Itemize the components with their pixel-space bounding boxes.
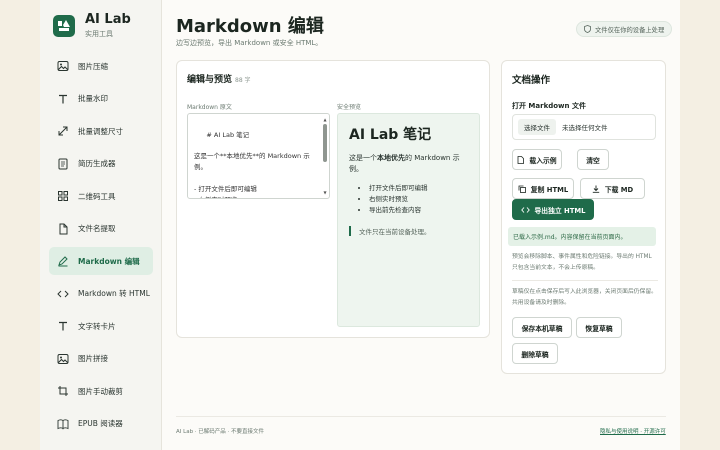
sidebar-item-batch-watermark[interactable]: 批量水印 [49, 85, 153, 113]
source-label: Markdown 原文 [187, 104, 232, 111]
sidebar-item-label: Markdown 编辑 [78, 256, 140, 266]
markdown-source-text: # AI Lab 笔记 这是一个**本地优先**的 Markdown 示 例。 … [194, 130, 310, 198]
image-icon [57, 60, 69, 72]
list-item: 打开文件后即可编辑 [369, 183, 468, 194]
sidebar-item-label: EPUB 阅读器 [78, 419, 123, 428]
sidebar-item-image-stitch[interactable]: 图片拼接 [49, 345, 153, 373]
download-md-button[interactable]: 下载 MD [580, 178, 645, 199]
preview-blockquote: 文件只在当前设备处理。 [349, 226, 468, 236]
brand-subtitle: 实用工具 [85, 30, 113, 38]
preview-paragraph: 这是一个本地优先的 Markdown 示例。 [349, 154, 460, 173]
sidebar-item-qrcode[interactable]: 二维码工具 [49, 182, 153, 210]
editor-title-text: 编辑与预览 [187, 75, 233, 85]
sidebar-item-label: 简历生成器 [78, 159, 116, 168]
file-icon [57, 223, 69, 235]
sidebar-item-filename[interactable]: 文件名提取 [49, 215, 153, 243]
sidebar-item-markdown-edit[interactable]: Markdown 编辑 [49, 247, 153, 275]
list-item: 右侧实时预览 [369, 194, 468, 205]
book-icon [57, 418, 69, 430]
footer-links[interactable]: 隐私与使用说明 · 开源许可 [600, 427, 666, 435]
sidebar-item-markdown-html[interactable]: Markdown 转 HTML [49, 280, 153, 308]
footer-left-text: AI Lab · 已解码产品 · 不要直接文件 [176, 429, 265, 435]
crop-icon [57, 385, 69, 397]
text-t-icon [57, 93, 69, 105]
footer-link[interactable]: 隐私与使用说明 · 开源许可 [600, 429, 666, 435]
editor-card: 编辑与预览 88 字 Markdown 原文 # AI Lab 笔记 这是一个**… [176, 60, 490, 338]
sidebar-item-label: 图片拼接 [78, 354, 108, 363]
copy-icon [518, 185, 526, 193]
image-icon [57, 353, 69, 365]
export-html-button[interactable]: 导出独立 HTML [512, 199, 594, 220]
list-item: 导出前先检查内容 [369, 205, 468, 216]
delete-draft-button[interactable]: 删除草稿 [512, 343, 558, 364]
sidebar-item-label: 图片手动裁剪 [78, 386, 123, 396]
char-count: 88 字 [235, 77, 251, 84]
divider [512, 280, 658, 281]
preview-label: 安全预览 [337, 104, 362, 111]
open-file-label: 打开 Markdown 文件 [512, 102, 586, 110]
clear-button[interactable]: 清空 [577, 149, 609, 170]
safe-preview-pane: AI Lab 笔记 这是一个本地优先的 Markdown 示例。 打开文件后即可… [337, 113, 480, 327]
preview-heading: AI Lab 笔记 [349, 127, 432, 143]
sidebar-item-batch-resize[interactable]: 批量调整尺寸 [49, 117, 153, 145]
code-icon [520, 206, 530, 214]
choose-file-button[interactable]: 选择文件 [518, 119, 556, 135]
brand[interactable]: AI Lab 实用工具 [53, 13, 131, 39]
sidebar: AI Lab 实用工具 图片压缩 批量水印 批量调整尺寸 简历生成器 二维码工具… [40, 0, 162, 450]
scrollbar-thumb[interactable] [323, 124, 327, 162]
qr-grid-icon [57, 190, 69, 202]
document-icon [517, 155, 525, 164]
sidebar-item-label: 文字转卡片 [78, 321, 116, 331]
copy-html-button[interactable]: 复制 HTML [512, 178, 574, 199]
draft-note: 草稿仅在点击保存后写入此浏览器，关闭页面后仍保留。共用设备请及时删除。 [512, 289, 657, 306]
sidebar-item-label: 图片压缩 [78, 61, 108, 71]
sidebar-item-label: 批量调整尺寸 [78, 126, 123, 136]
download-icon [592, 185, 600, 193]
ops-title: 文档操作 [512, 75, 551, 86]
load-sample-button[interactable]: 载入示例 [512, 149, 562, 170]
sidebar-item-label: 批量水印 [78, 94, 108, 103]
sidebar-nav: 图片压缩 批量水印 批量调整尺寸 简历生成器 二维码工具 文件名提取 Markd… [49, 52, 153, 442]
sidebar-item-label: Markdown 转 HTML [78, 289, 150, 298]
sidebar-item-image-compress[interactable]: 图片压缩 [49, 52, 153, 80]
save-draft-button[interactable]: 保存本机草稿 [512, 317, 572, 338]
local-processing-badge: 文件仅在你的设备上处理 [576, 21, 673, 37]
document-ops-card: 文档操作 打开 Markdown 文件 选择文件 未选择任何文件 载入示例 清空… [501, 60, 666, 374]
sidebar-item-text-card[interactable]: 文字转卡片 [49, 312, 153, 340]
preview-list: 打开文件后即可编辑 右侧实时预览 导出前先检查内容 [369, 183, 468, 216]
pen-icon [57, 255, 69, 267]
file-status: 未选择任何文件 [562, 124, 608, 132]
markdown-source-textarea[interactable]: # AI Lab 笔记 这是一个**本地优先**的 Markdown 示 例。 … [187, 113, 330, 199]
footer-divider [176, 416, 666, 417]
page-title: Markdown 编辑 [176, 16, 324, 37]
code-icon [57, 288, 69, 300]
sidebar-item-label: 二维码工具 [78, 191, 116, 201]
sidebar-item-epub[interactable]: EPUB 阅读器 [49, 410, 153, 438]
page-subtitle: 边写边预览，导出 Markdown 或安全 HTML。 [176, 39, 323, 47]
textarea-scrollbar[interactable]: ▲ ▼ [322, 115, 328, 198]
logo-icon [53, 15, 75, 37]
text-t-icon [57, 320, 69, 332]
file-input[interactable]: 选择文件 未选择任何文件 [512, 114, 656, 140]
brand-name: AI Lab [85, 12, 131, 27]
resize-icon [57, 125, 69, 137]
shield-icon [584, 25, 591, 33]
restore-draft-button[interactable]: 恢复草稿 [576, 317, 622, 338]
document-icon [57, 158, 69, 170]
editor-title: 编辑与预览 88 字 [187, 72, 251, 85]
badge-label: 文件仅在你的设备上处理 [595, 26, 665, 34]
sidebar-item-image-crop[interactable]: 图片手动裁剪 [49, 377, 153, 405]
sidebar-item-resume[interactable]: 简历生成器 [49, 150, 153, 178]
status-notice: 已载入示例.md。内容保留在当前页面内。 [508, 227, 656, 246]
scroll-down-icon[interactable]: ▼ [322, 188, 328, 198]
sidebar-item-label: 文件名提取 [78, 224, 116, 233]
security-note: 预览会移除脚本、事件属性和危险链接。导出的 HTML 只包含当前文本，不会上传原… [512, 254, 652, 271]
